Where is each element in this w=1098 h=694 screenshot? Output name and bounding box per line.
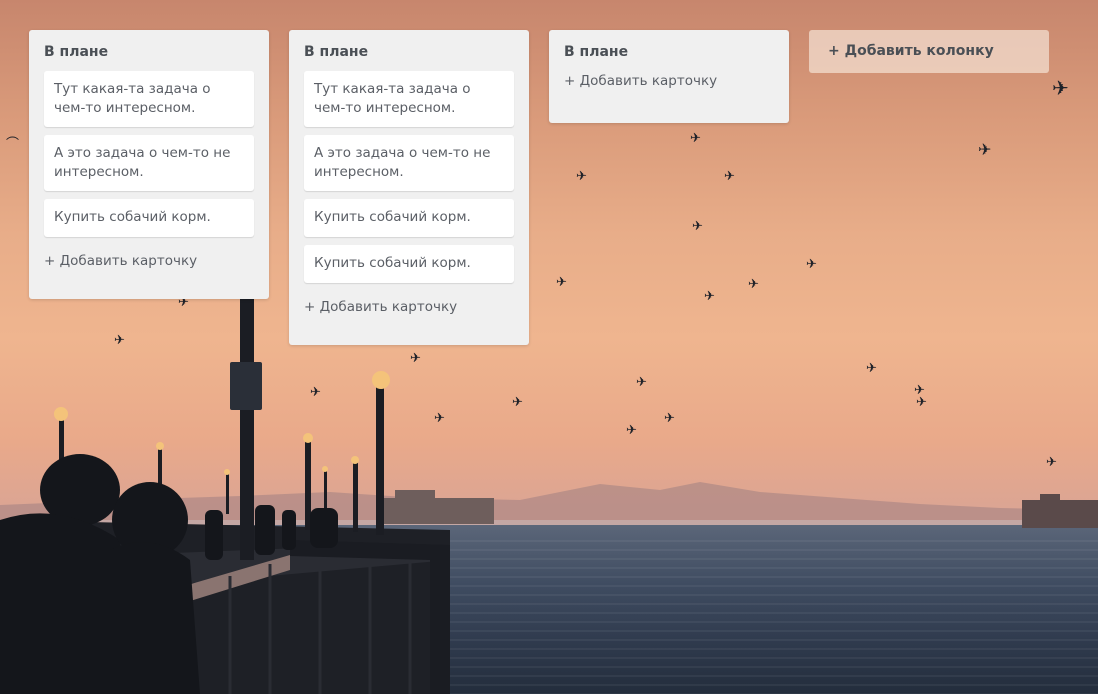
board-column: В плане Тут какая-та задача о чем-то инт… [29,30,269,299]
task-card[interactable]: Тут какая-та задача о чем-то интересном. [304,71,514,127]
add-card-button[interactable]: + Добавить карточку [44,251,254,271]
add-card-button[interactable]: + Добавить карточку [304,297,514,317]
task-card[interactable]: Купить собачий корм. [44,199,254,237]
task-card[interactable]: А это задача о чем-то не интересном. [304,135,514,191]
board-column: В плане Тут какая-та задача о чем-то инт… [289,30,529,345]
task-card[interactable]: Купить собачий корм. [304,199,514,237]
column-title[interactable]: В плане [304,43,514,61]
task-card[interactable]: А это задача о чем-то не интересном. [44,135,254,191]
board-column: В плане + Добавить карточку [549,30,789,123]
task-card[interactable]: Купить собачий корм. [304,245,514,283]
column-title[interactable]: В плане [44,43,254,61]
add-column-button[interactable]: + Добавить колонку [809,30,1049,73]
task-card[interactable]: Тут какая-та задача о чем-то интересном. [44,71,254,127]
add-card-button[interactable]: + Добавить карточку [564,71,774,91]
column-title[interactable]: В плане [564,43,774,61]
